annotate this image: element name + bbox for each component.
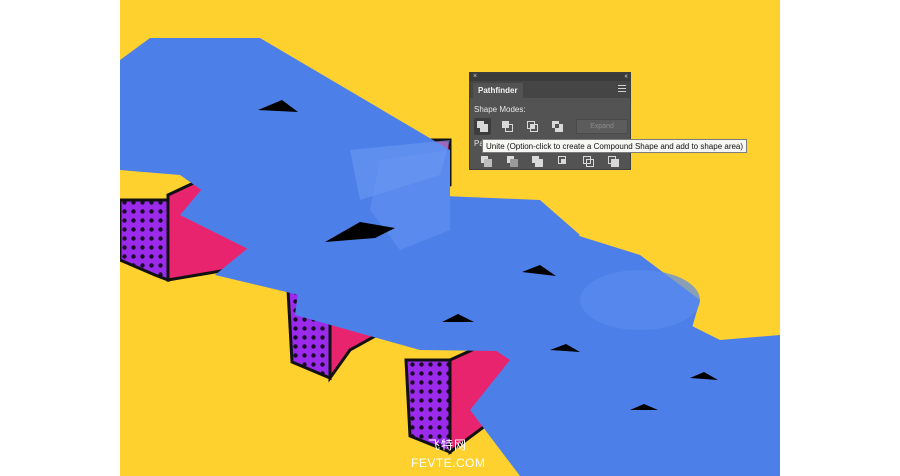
merge-button[interactable]	[529, 153, 546, 170]
outline-button[interactable]	[580, 153, 597, 170]
artboard-canvas[interactable]: 飞特网 FEVTE.COM	[120, 0, 780, 476]
watermark-chinese: 飞特网	[428, 438, 468, 452]
watermark-domain: FEVTE.COM	[411, 456, 486, 470]
expand-button[interactable]: Expand	[576, 119, 628, 134]
shape-modes-label: Shape Modes:	[474, 105, 526, 114]
pathfinder-panel: × ‹‹ Pathfinder Shape Modes: Expand Pa	[469, 72, 631, 170]
hamburger-menu-icon[interactable]	[618, 85, 626, 93]
divide-icon	[481, 156, 492, 167]
crop-button[interactable]	[555, 153, 572, 170]
outline-icon	[583, 156, 594, 167]
minus-back-button[interactable]	[605, 153, 622, 170]
crop-icon	[558, 156, 566, 164]
trim-icon	[507, 156, 518, 167]
intersect-icon	[527, 121, 538, 132]
unite-button[interactable]	[474, 118, 491, 135]
isometric-text-artwork[interactable]	[120, 0, 780, 476]
unite-icon	[477, 121, 488, 132]
panel-tab-row: Pathfinder	[470, 81, 630, 98]
close-icon[interactable]: ×	[473, 72, 477, 81]
unite-tooltip: Unite (Option-click to create a Compound…	[482, 139, 748, 153]
minus-front-icon	[502, 121, 513, 132]
merge-icon	[532, 156, 543, 167]
trim-button[interactable]	[504, 153, 521, 170]
tab-pathfinder[interactable]: Pathfinder	[473, 83, 523, 98]
intersect-button[interactable]	[524, 118, 541, 135]
minus-back-icon	[608, 156, 619, 167]
exclude-icon	[552, 121, 563, 132]
minus-front-button[interactable]	[499, 118, 516, 135]
divide-button[interactable]	[478, 153, 495, 170]
exclude-button[interactable]	[549, 118, 566, 135]
panel-title-bar[interactable]: × ‹‹	[470, 73, 630, 81]
collapse-icon[interactable]: ‹‹	[624, 72, 628, 81]
